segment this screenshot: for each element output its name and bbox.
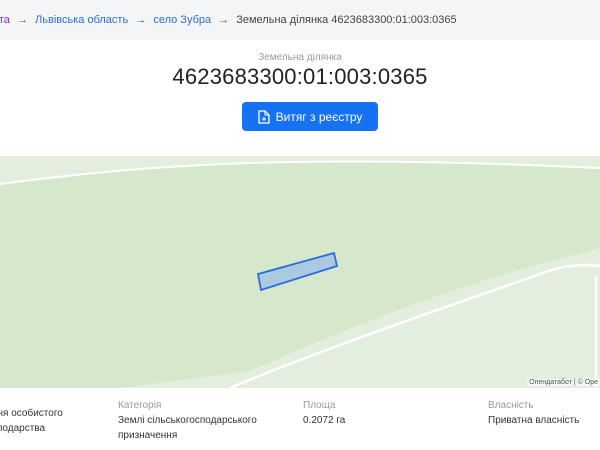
category-value-line1: Землі сільськогосподарського	[118, 415, 257, 426]
category-value-line2: призначення	[118, 430, 178, 441]
area-value: 0.2072 га	[303, 415, 346, 426]
page-title: 4623683300:01:003:0365	[172, 64, 428, 89]
breadcrumb-separator: →	[16, 14, 28, 26]
category-column: Категорія Землі сільськогосподарського п…	[118, 398, 257, 443]
parcel-details: ння особистого сподарства Категорія Земл…	[0, 390, 600, 450]
breadcrumb-separator: →	[218, 14, 230, 26]
category-label: Категорія	[118, 400, 162, 411]
parcel-header: Земельна ділянка 4623683300:01:003:0365 …	[0, 40, 600, 156]
breadcrumb-item-village[interactable]: село Зубра	[153, 14, 211, 26]
breadcrumb-bar: ота → Львівська область → село Зубра → З…	[0, 0, 600, 40]
registry-extract-button[interactable]: Витяг з реєстру	[242, 102, 378, 131]
ownership-value: Приватна власність	[488, 415, 580, 426]
map-canvas	[0, 156, 600, 388]
area-column: Площа 0.2072 га	[303, 398, 345, 428]
area-label: Площа	[303, 400, 336, 411]
breadcrumb-item-home[interactable]: ота	[0, 14, 10, 26]
breadcrumb: ота → Львівська область → село Зубра → З…	[0, 0, 457, 40]
purpose-column: ння особистого сподарства	[0, 398, 102, 436]
breadcrumb-separator: →	[135, 14, 147, 26]
purpose-value-line1: ння особистого	[0, 408, 63, 419]
registry-extract-label: Витяг з реєстру	[275, 109, 363, 124]
map-attribution[interactable]: Опендатабот | © Ope	[527, 379, 600, 386]
breadcrumb-item-region[interactable]: Львівська область	[35, 14, 128, 26]
purpose-value-line2: сподарства	[0, 423, 46, 434]
breadcrumb-current: Земельна ділянка 4623683300:01:003:0365	[236, 14, 457, 26]
parcel-map[interactable]: Опендатабот | © Ope	[0, 156, 600, 388]
document-icon	[257, 109, 270, 124]
ownership-label: Власність	[488, 400, 534, 411]
page-subtitle: Земельна ділянка	[258, 52, 342, 63]
ownership-column: Власність Приватна власність	[488, 398, 579, 428]
